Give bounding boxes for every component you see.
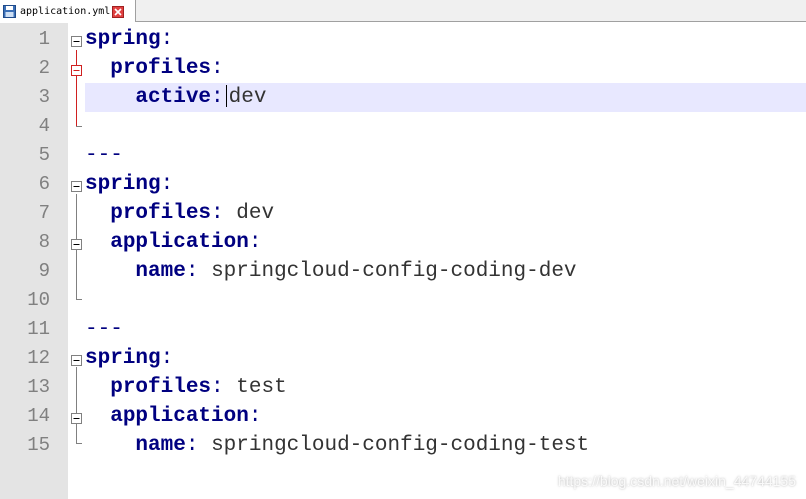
code-line[interactable]: 9 name: springcloud-config-coding-dev <box>0 257 806 286</box>
yaml-colon: : <box>211 376 224 399</box>
line-number: 15 <box>27 434 50 456</box>
line-number: 5 <box>38 144 50 166</box>
code-line[interactable]: 15 name: springcloud-config-coding-test <box>0 431 806 460</box>
code-line[interactable]: 1 spring: <box>0 25 806 54</box>
code-text[interactable]: application: <box>85 228 261 257</box>
yaml-key: application <box>110 405 249 428</box>
fold-collapse-icon[interactable] <box>71 237 82 250</box>
yaml-colon: : <box>160 28 174 51</box>
fold-collapse-icon[interactable] <box>71 34 82 47</box>
save-disk-icon <box>3 4 16 18</box>
yaml-separator: --- <box>85 144 123 167</box>
yaml-value: springcloud-config-coding-dev <box>211 260 577 283</box>
code-line[interactable]: 4 <box>0 112 806 141</box>
yaml-key: spring <box>85 347 161 370</box>
code-text[interactable]: profiles: <box>85 54 224 83</box>
code-line[interactable]: 13 profiles: test <box>0 373 806 402</box>
yaml-colon: : <box>211 57 224 80</box>
code-line[interactable]: 8 application: <box>0 228 806 257</box>
yaml-key: name <box>135 434 186 457</box>
code-line[interactable]: 14 application: <box>0 402 806 431</box>
fold-collapse-icon[interactable] <box>71 179 82 192</box>
fold-collapse-icon[interactable] <box>71 63 82 76</box>
yaml-key: spring <box>85 28 161 51</box>
line-number: 14 <box>27 405 50 427</box>
code-text[interactable]: name: springcloud-config-coding-test <box>85 431 589 460</box>
code-line[interactable]: 12 spring: <box>0 344 806 373</box>
line-number: 9 <box>38 260 50 282</box>
document-separator[interactable]: --- <box>85 141 123 170</box>
yaml-key: profiles <box>110 376 212 399</box>
text-cursor <box>225 85 227 108</box>
yaml-key: spring <box>85 173 161 196</box>
fold-collapse-icon[interactable] <box>71 411 82 424</box>
code-text[interactable]: application: <box>85 402 261 431</box>
code-line[interactable]: 10 <box>0 286 806 315</box>
yaml-key: application <box>110 231 249 254</box>
code-text[interactable]: active: dev <box>85 83 266 112</box>
yaml-key: name <box>135 260 186 283</box>
line-number: 2 <box>38 57 50 79</box>
yaml-colon: : <box>248 405 262 428</box>
line-number: 1 <box>38 28 50 50</box>
tab-bar: application.yml <box>0 0 806 22</box>
fold-collapse-icon[interactable] <box>71 353 82 366</box>
yaml-key: active <box>135 86 212 109</box>
yaml-colon: : <box>160 347 174 370</box>
yaml-value: test <box>236 376 287 399</box>
line-number: 6 <box>38 173 50 195</box>
code-text[interactable]: name: springcloud-config-coding-dev <box>85 257 577 286</box>
code-text[interactable]: spring: <box>85 170 173 199</box>
document-separator[interactable]: --- <box>85 315 123 344</box>
yaml-colon: : <box>185 260 199 283</box>
code-text[interactable]: spring: <box>85 344 173 373</box>
yaml-separator: --- <box>85 318 123 341</box>
tab-application-yml[interactable]: application.yml <box>0 0 136 22</box>
yaml-colon: : <box>185 434 199 457</box>
line-number: 3 <box>38 86 50 108</box>
yaml-value: springcloud-config-coding-test <box>211 434 590 457</box>
code-line[interactable]: 5 --- <box>0 141 806 170</box>
code-line[interactable]: 6 spring: <box>0 170 806 199</box>
line-number: 4 <box>38 115 50 137</box>
close-icon[interactable] <box>112 5 125 18</box>
line-number: 8 <box>38 231 50 253</box>
code-text[interactable]: spring: <box>85 25 173 54</box>
line-number: 13 <box>27 376 50 398</box>
line-number: 10 <box>27 289 50 311</box>
yaml-colon: : <box>248 231 262 254</box>
yaml-value: dev <box>236 202 275 225</box>
code-text[interactable]: profiles: dev <box>85 199 274 228</box>
tab-title: application.yml <box>20 5 111 17</box>
yaml-colon: : <box>211 202 224 225</box>
code-line[interactable]: 2 profiles: <box>0 54 806 83</box>
code-line-current[interactable]: 3 active: dev <box>0 83 806 112</box>
yaml-key: profiles <box>110 202 212 225</box>
watermark: https://blog.csdn.net/weixin_44744155 <box>557 473 796 489</box>
code-text[interactable]: profiles: test <box>85 373 287 402</box>
line-number: 11 <box>27 318 50 340</box>
yaml-colon: : <box>160 173 174 196</box>
code-line[interactable]: 7 profiles: dev <box>0 199 806 228</box>
yaml-key: profiles <box>110 57 212 80</box>
code-line[interactable]: 11 --- <box>0 315 806 344</box>
line-number: 7 <box>38 202 50 224</box>
yaml-value: dev <box>228 86 267 109</box>
line-number: 12 <box>27 347 50 369</box>
yaml-colon: : <box>211 86 224 109</box>
